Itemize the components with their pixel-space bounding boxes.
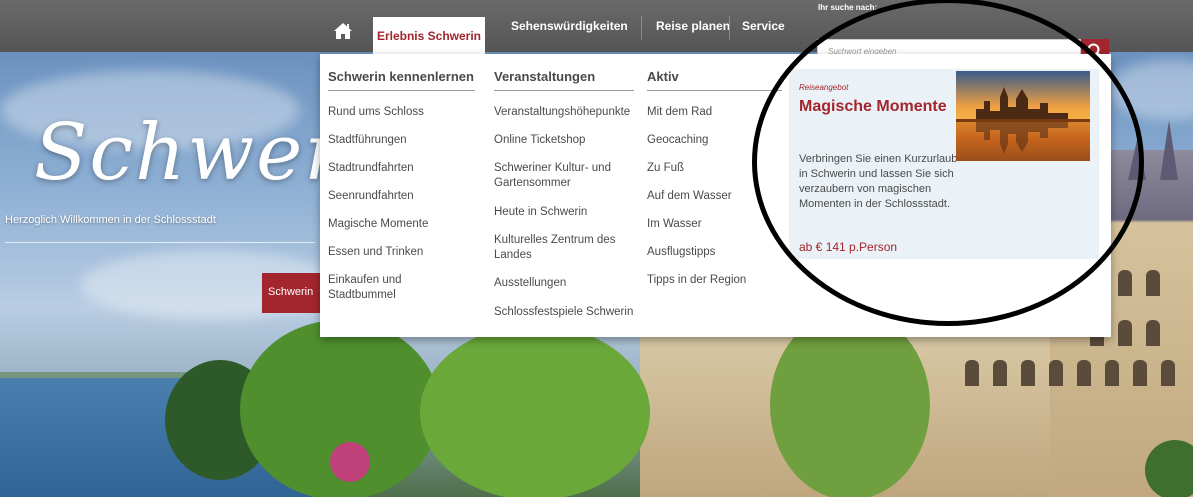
menu-link-kultur-und-gartensommer[interactable]: Schweriner Kultur- und Gartensommer: [494, 161, 624, 191]
menu-link-schlossfestspiele[interactable]: Schlossfestspiele Schwerin: [494, 305, 633, 320]
menu-column-schwerin-kennenlernen: Schwerin kennenlernen Rund ums Schloss S…: [328, 69, 475, 301]
menu-link-rund-ums-schloss[interactable]: Rund ums Schloss: [328, 105, 424, 120]
menu-column-title: Schwerin kennenlernen: [328, 69, 475, 91]
menu-link-im-wasser[interactable]: Im Wasser: [647, 217, 702, 232]
menu-link-geocaching[interactable]: Geocaching: [647, 133, 708, 148]
mega-menu-dropdown: Schwerin kennenlernen Rund ums Schloss S…: [320, 54, 1111, 337]
tree: [770, 310, 930, 497]
castle-silhouette: [956, 87, 1090, 161]
cloud: [1110, 60, 1193, 120]
menu-link-auf-dem-wasser[interactable]: Auf dem Wasser: [647, 189, 732, 204]
menu-link-kulturelles-zentrum[interactable]: Kulturelles Zentrum des Landes: [494, 233, 624, 263]
nav-tab-sehenswuerdigkeiten[interactable]: Sehenswürdigkeiten: [511, 0, 628, 52]
menu-link-heute-in-schwerin[interactable]: Heute in Schwerin: [494, 205, 587, 220]
menu-link-magische-momente[interactable]: Magische Momente: [328, 217, 428, 232]
hero-divider: [5, 242, 315, 243]
menu-link-ausstellungen[interactable]: Ausstellungen: [494, 276, 566, 291]
home-icon[interactable]: [333, 22, 353, 40]
tree: [420, 325, 650, 497]
menu-link-essen-und-trinken[interactable]: Essen und Trinken: [328, 245, 423, 260]
menu-link-veranstaltungshoehepunkte[interactable]: Veranstaltungshöhepunkte: [494, 105, 630, 120]
menu-link-stadtfuehrungen[interactable]: Stadtführungen: [328, 133, 407, 148]
menu-link-ausflugstipps[interactable]: Ausflugstipps: [647, 245, 715, 260]
menu-link-seenrundfahrten[interactable]: Seenrundfahrten: [328, 189, 414, 204]
search-label: Ihr suche nach:: [818, 3, 878, 12]
promo-price: ab € 141 p.Person: [799, 240, 898, 254]
flower-bush: [330, 442, 370, 482]
promo-image-castle-sunset[interactable]: [956, 71, 1090, 161]
menu-link-einkaufen[interactable]: Einkaufen und Stadtbummel: [328, 273, 448, 303]
promo-description: Verbringen Sie einen Kurzurlaub in Schwe…: [799, 153, 958, 210]
menu-column-veranstaltungen: Veranstaltungen Veranstaltungshöhepunkte…: [494, 69, 634, 318]
promo-teaser[interactable]: Reiseangebot Magische Momente Verbringen…: [789, 69, 1099, 259]
castle-spire: [1128, 140, 1146, 180]
castle-spire: [1160, 120, 1178, 180]
nav-separator: [641, 16, 642, 40]
nav-tab-service[interactable]: Service: [742, 0, 785, 52]
menu-column-title: Veranstaltungen: [494, 69, 634, 91]
nav-tab-reise-planen[interactable]: Reise planen: [656, 0, 730, 52]
hero-subtitle: Herzoglich Willkommen in der Schlossstad…: [5, 214, 216, 226]
menu-link-zu-fuss[interactable]: Zu Fuß: [647, 161, 684, 176]
location-badge[interactable]: Schwerin: [262, 273, 322, 313]
menu-link-mit-dem-rad[interactable]: Mit dem Rad: [647, 105, 712, 120]
menu-link-stadtrundfahrten[interactable]: Stadtrundfahrten: [328, 161, 414, 176]
tree: [1145, 440, 1193, 497]
promo-title[interactable]: Magische Momente: [799, 96, 959, 118]
castle-windows: [965, 360, 1175, 386]
promo-kicker: Reiseangebot: [799, 83, 849, 92]
nav-tab-erlebnis-schwerin[interactable]: Erlebnis Schwerin: [373, 17, 485, 54]
menu-column-aktiv: Aktiv Mit dem Rad Geocaching Zu Fuß Auf …: [647, 69, 782, 286]
menu-link-online-ticketshop[interactable]: Online Ticketshop: [494, 133, 585, 148]
nav-separator: [729, 16, 730, 40]
menu-column-title: Aktiv: [647, 69, 782, 91]
menu-link-tipps-in-der-region[interactable]: Tipps in der Region: [647, 273, 746, 288]
